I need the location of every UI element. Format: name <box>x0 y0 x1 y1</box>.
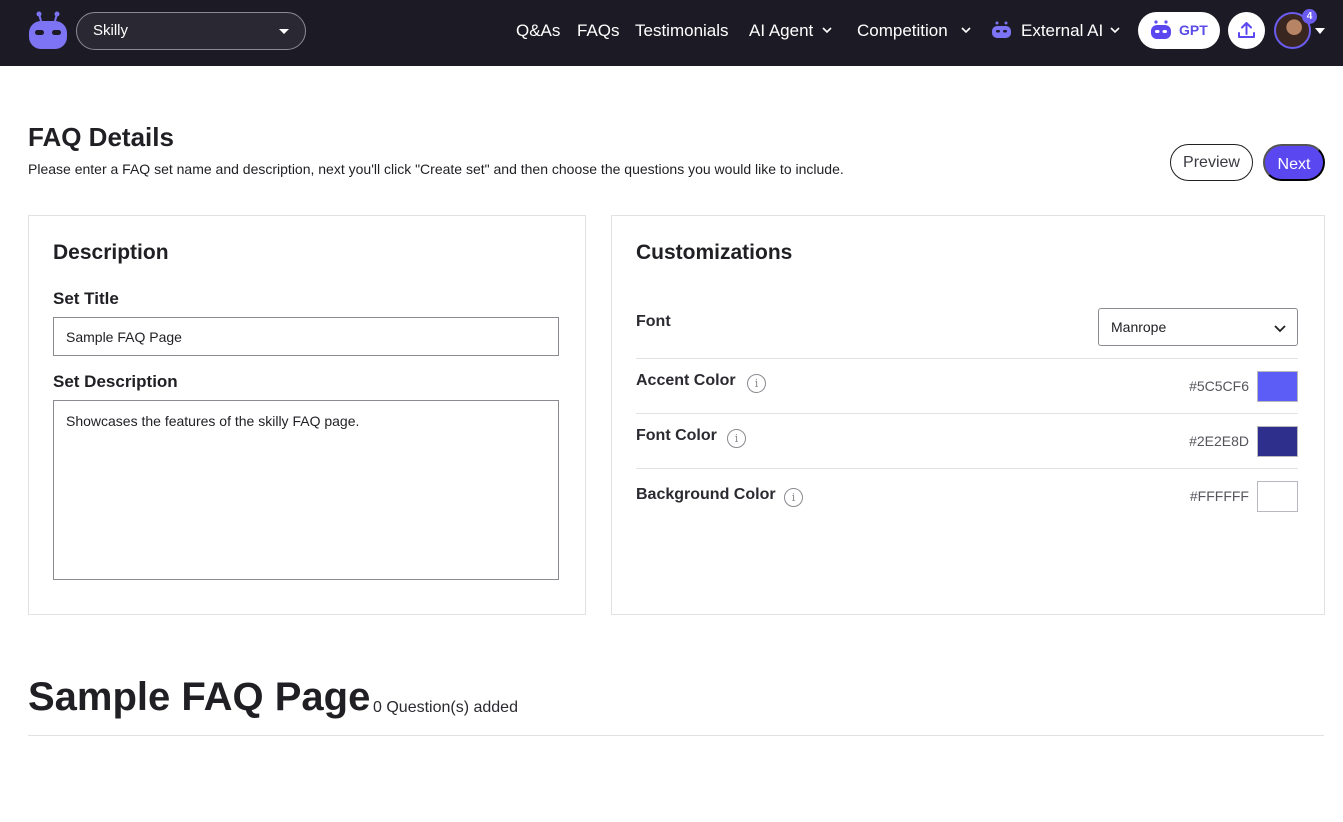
chevron-down-icon[interactable] <box>960 24 972 36</box>
gpt-button-label: GPT <box>1179 22 1208 38</box>
background-color-label: Background Color <box>636 486 776 503</box>
info-icon[interactable]: i <box>727 429 746 448</box>
upload-button[interactable] <box>1228 12 1265 49</box>
set-title-label: Set Title <box>53 289 119 308</box>
upload-icon <box>1238 22 1255 38</box>
page-title: FAQ Details <box>28 122 174 152</box>
font-select-value: Manrope <box>1111 319 1167 335</box>
background-color-hex: #FFFFFF <box>1189 488 1249 504</box>
background-color-swatch[interactable] <box>1257 481 1298 512</box>
description-card: Description Set Title Set Description Sh… <box>28 215 586 615</box>
nav-link-competition[interactable]: Competition <box>857 18 948 44</box>
nav-link-external-ai[interactable]: External AI <box>1021 18 1103 44</box>
customizations-card: Customizations Font Manrope Accent Color… <box>611 215 1325 615</box>
next-button[interactable]: Next <box>1263 144 1325 181</box>
workspace-select[interactable]: Skilly <box>76 12 306 50</box>
robot-icon <box>1151 20 1171 39</box>
accent-color-hex: #5C5CF6 <box>1189 378 1249 394</box>
preview-button[interactable]: Preview <box>1170 144 1253 181</box>
accent-color-swatch[interactable] <box>1257 371 1298 402</box>
set-title-input[interactable] <box>53 317 559 356</box>
set-description-label: Set Description <box>53 372 178 391</box>
gpt-button[interactable]: GPT <box>1138 12 1220 49</box>
nav-link-testimonials[interactable]: Testimonials <box>635 18 729 44</box>
faq-set-title: Sample FAQ Page <box>28 675 371 719</box>
workspace-select-value: Skilly <box>93 22 129 39</box>
accent-color-label: Accent Color <box>636 372 736 389</box>
font-color-label: Font Color <box>636 427 717 444</box>
robot-logo-icon[interactable] <box>27 11 69 53</box>
page-subtitle: Please enter a FAQ set name and descript… <box>28 161 844 177</box>
info-icon[interactable]: i <box>784 488 803 507</box>
nav-link-qas[interactable]: Q&As <box>516 18 560 44</box>
nav-link-ai-agent[interactable]: AI Agent <box>749 18 813 44</box>
font-select[interactable]: Manrope <box>1098 308 1298 346</box>
chevron-down-icon <box>1274 325 1286 333</box>
customizations-heading: Customizations <box>636 241 793 264</box>
divider <box>28 735 1324 736</box>
caret-down-icon <box>279 29 289 34</box>
set-description-textarea[interactable]: Showcases the features of the skilly FAQ… <box>53 400 559 580</box>
chevron-down-icon[interactable] <box>1109 24 1121 36</box>
question-count: 0 Question(s) added <box>373 699 518 716</box>
notification-badge: 4 <box>1302 9 1317 24</box>
divider <box>636 468 1298 469</box>
font-color-hex: #2E2E8D <box>1189 433 1249 449</box>
font-color-swatch[interactable] <box>1257 426 1298 457</box>
chevron-down-icon[interactable] <box>821 24 833 36</box>
description-heading: Description <box>53 241 169 264</box>
top-navbar: Skilly Q&As FAQs Testimonials AI Agent C… <box>0 0 1343 66</box>
caret-down-icon[interactable] <box>1315 28 1325 34</box>
info-icon[interactable]: i <box>747 374 766 393</box>
robot-icon <box>992 21 1011 38</box>
font-label: Font <box>636 313 671 330</box>
divider <box>636 358 1298 359</box>
nav-link-faqs[interactable]: FAQs <box>577 18 620 44</box>
divider <box>636 413 1298 414</box>
